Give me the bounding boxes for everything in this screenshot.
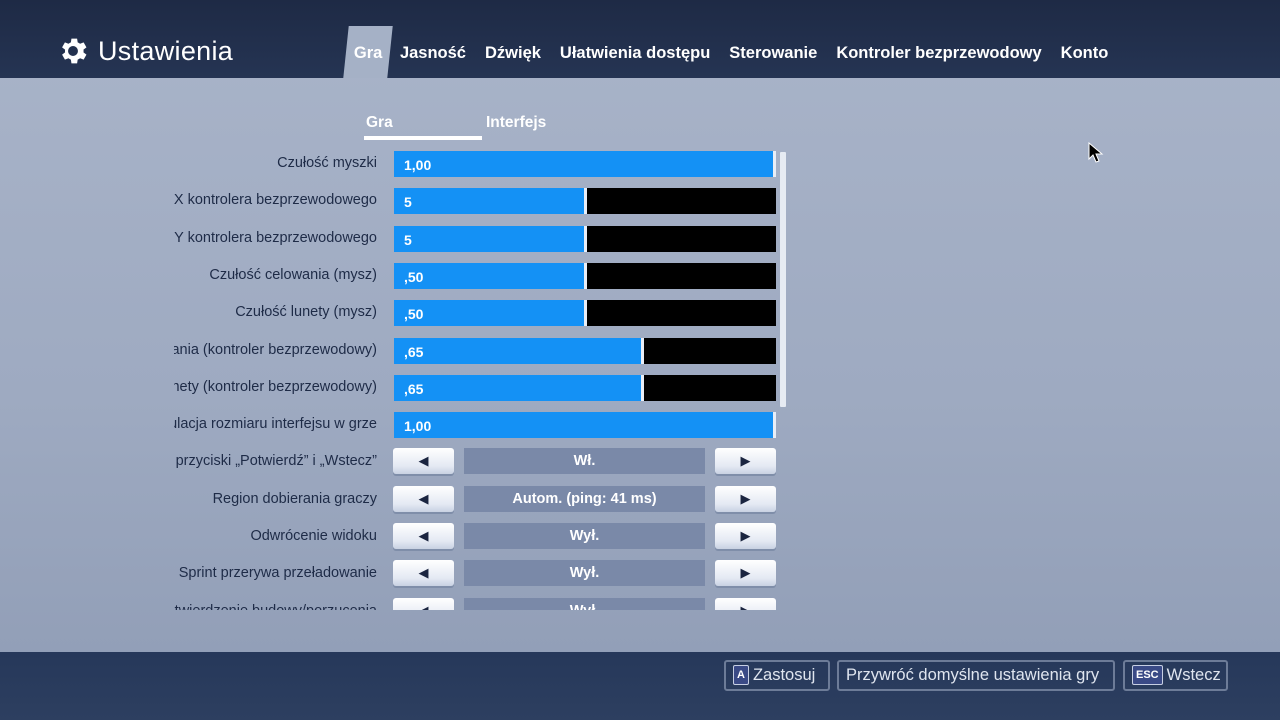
slider-value: 1,00 <box>404 418 432 434</box>
subtab-active-indicator <box>364 136 482 140</box>
page-title: Ustawienia <box>98 35 234 66</box>
main-nav: Gra Jasność Dźwięk Ułatwienia dostępu St… <box>343 26 1118 78</box>
tab-ulatwienia-dostepu[interactable]: Ułatwienia dostępu <box>550 26 719 78</box>
subtab-interfejs[interactable]: Interfejs <box>486 114 546 132</box>
slider-value: ,65 <box>404 344 424 360</box>
slider-handle[interactable] <box>773 151 776 177</box>
slider-value: 1,00 <box>404 157 432 173</box>
settings-list: Czułość myszki 1,00 Czułość osi X kontrole… <box>174 148 794 610</box>
subtab-gra[interactable]: Gra <box>366 114 393 132</box>
option-value: Wł. <box>464 448 705 474</box>
tab-dzwiek[interactable]: Dźwięk <box>475 26 550 78</box>
top-bar: Ustawienia Gra Jasność Dźwięk Ułatwienia… <box>0 0 1280 78</box>
setting-label: Czułość lunety (kontroler bezprzewodowy) <box>174 379 377 395</box>
slider-fill <box>394 375 642 401</box>
setting-slider[interactable]: 1,00 <box>394 412 776 438</box>
setting-row: Czułość lunety (kontroler bezprzewodowy)… <box>174 372 794 402</box>
setting-label: Odwrócenie widoku <box>250 528 377 544</box>
slider-handle[interactable] <box>584 226 587 252</box>
mouse-cursor-icon <box>1088 142 1104 163</box>
next-option-button[interactable]: ▶ <box>715 486 776 512</box>
tab-kontroler-bezprzewodowy[interactable]: Kontroler bezprzewodowy <box>827 26 1051 78</box>
gear-icon <box>62 38 87 64</box>
previous-option-button[interactable]: ◀ <box>393 486 454 512</box>
slider-value: ,65 <box>404 381 424 397</box>
slider-value: 5 <box>404 232 412 248</box>
next-option-button[interactable]: ▶ <box>715 598 776 610</box>
slider-handle[interactable] <box>584 188 587 214</box>
slider-fill <box>394 412 776 438</box>
setting-row: Czułość celowania (mysz) ,50 <box>174 260 794 290</box>
option-value: Wył. <box>464 523 705 549</box>
setting-row: Czułość osi X kontrolera bezprzewodowego… <box>174 185 794 215</box>
setting-label: Czułość myszki <box>277 155 377 171</box>
setting-slider[interactable]: ,50 <box>394 263 776 289</box>
setting-label: Czułość celowania (kontroler bezprzewodo… <box>174 342 377 358</box>
setting-row: Sprint przerywa przeładowanie ◀ Wył. ▶ <box>174 558 794 588</box>
setting-slider[interactable]: ,65 <box>394 338 776 364</box>
apply-label: Zastosuj <box>752 666 816 684</box>
setting-label: Czułość osi Y kontrolera bezprzewodowego <box>174 230 377 246</box>
setting-row: Zamień przyciski „Potwierdź” i „Wstecz” ◀… <box>174 446 794 476</box>
setting-label: Region dobierania graczy <box>212 491 377 507</box>
setting-label: Czułość osi X kontrolera bezprzewodowego <box>174 192 377 208</box>
apply-button[interactable]: A Zastosuj <box>724 660 830 691</box>
tab-konto[interactable]: Konto <box>1051 26 1118 78</box>
option-value: Autom. (ping: 41 ms) <box>464 486 705 512</box>
sub-tabs: Gra Interfejs <box>364 110 664 142</box>
bottom-bar: A Zastosuj Przywróć domyślne ustawienia g… <box>0 652 1280 720</box>
back-button[interactable]: ESC Wstecz <box>1123 660 1228 691</box>
setting-slider[interactable]: 5 <box>394 226 776 252</box>
setting-row: Region dobierania graczy ◀ Autom. (ping: 4… <box>174 484 794 514</box>
esc-key-icon: ESC <box>1132 665 1163 685</box>
previous-option-button[interactable]: ◀ <box>393 523 454 549</box>
back-label: Wstecz <box>1166 666 1221 684</box>
previous-option-button[interactable]: ◀ <box>393 598 454 610</box>
brand: Ustawienia <box>56 34 233 68</box>
slider-handle[interactable] <box>584 300 587 326</box>
setting-row: Potwierdzenie budowy/porzucenia ◀ Wył. ▶ <box>174 596 794 610</box>
tab-gra[interactable]: Gra <box>343 26 394 78</box>
previous-option-button[interactable]: ◀ <box>393 560 454 586</box>
setting-slider[interactable]: 5 <box>394 188 776 214</box>
slider-fill <box>394 151 776 177</box>
setting-label: Regulacja rozmiaru interfejsu w grze <box>174 416 377 432</box>
option-value: Wył. <box>464 598 705 610</box>
previous-option-button[interactable]: ◀ <box>393 448 454 474</box>
slider-handle[interactable] <box>773 412 776 438</box>
setting-slider[interactable]: 1,00 <box>394 151 776 177</box>
slider-value: ,50 <box>404 269 424 285</box>
setting-label: Sprint przerywa przeładowanie <box>178 565 377 581</box>
option-value: Wył. <box>464 560 705 586</box>
setting-label: Potwierdzenie budowy/porzucenia <box>174 596 377 610</box>
setting-row: Regulacja rozmiaru interfejsu w grze 1,00 <box>174 409 794 439</box>
setting-row: Czułość lunety (mysz) ,50 <box>174 297 794 327</box>
slider-fill <box>394 188 585 214</box>
setting-row: Czułość osi Y kontrolera bezprzewodowego… <box>174 223 794 253</box>
tab-sterowanie[interactable]: Sterowanie <box>720 26 827 78</box>
slider-value: 5 <box>404 194 412 210</box>
slider-handle[interactable] <box>641 338 644 364</box>
scrollbar[interactable] <box>780 152 786 407</box>
slider-handle[interactable] <box>641 375 644 401</box>
setting-row: Czułość celowania (kontroler bezprzewodo… <box>174 335 794 365</box>
setting-slider[interactable]: ,65 <box>394 375 776 401</box>
slider-handle[interactable] <box>584 263 587 289</box>
setting-label: Czułość lunety (mysz) <box>235 304 377 320</box>
next-option-button[interactable]: ▶ <box>715 560 776 586</box>
setting-slider[interactable]: ,50 <box>394 300 776 326</box>
tab-jasnosc[interactable]: Jasność <box>390 26 475 78</box>
setting-row: Czułość myszki 1,00 <box>174 148 794 178</box>
next-option-button[interactable]: ▶ <box>715 523 776 549</box>
setting-label: Zamień przyciski „Potwierdź” i „Wstecz” <box>174 453 377 469</box>
setting-row: Odwrócenie widoku ◀ Wył. ▶ <box>174 521 794 551</box>
next-option-button[interactable]: ▶ <box>715 448 776 474</box>
restore-defaults-button[interactable]: Przywróć domyślne ustawienia gry <box>837 660 1115 691</box>
slider-fill <box>394 338 642 364</box>
slider-value: ,50 <box>404 306 424 322</box>
a-key-icon: A <box>733 665 749 685</box>
setting-label: Czułość celowania (mysz) <box>209 267 377 283</box>
slider-fill <box>394 226 585 252</box>
